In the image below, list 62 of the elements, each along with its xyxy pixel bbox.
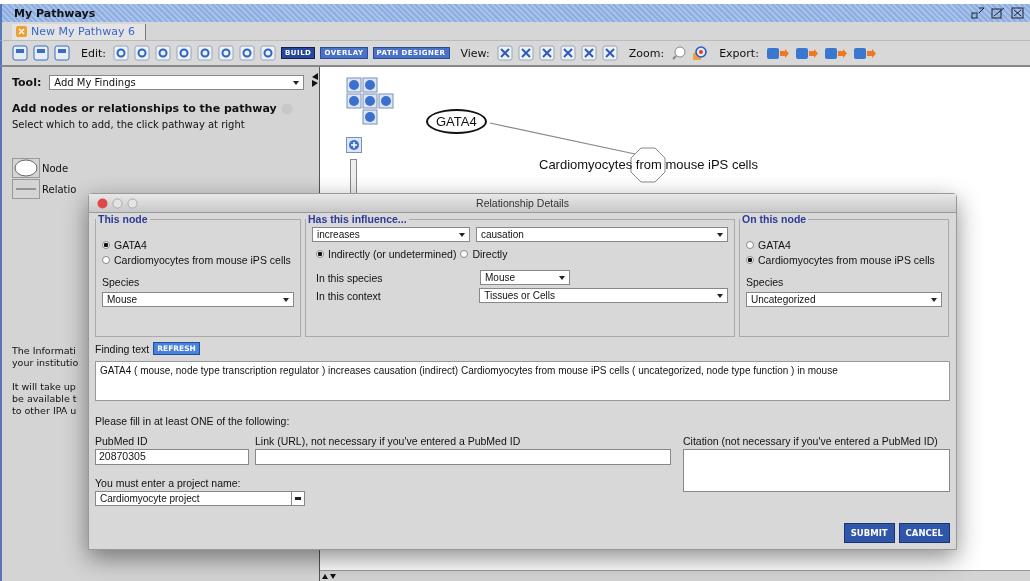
palette-label: Node	[42, 162, 69, 174]
node-tool-icon[interactable]	[12, 158, 40, 178]
restore-icon[interactable]	[971, 7, 985, 19]
zoom-in-icon[interactable]	[692, 45, 709, 61]
species-dropdown[interactable]: Mouse	[480, 270, 570, 285]
pubmed-label: PubMed ID	[95, 435, 149, 447]
palette-label: Relatio	[42, 183, 77, 195]
project-dropdown[interactable]: Cardiomyocyte project	[95, 491, 305, 506]
species-label: In this species	[315, 271, 384, 284]
zoom-label: Zoom:	[628, 46, 665, 60]
info-text: be available t	[12, 393, 77, 405]
direction-radio[interactable]: Indirectly (or undetermined)	[316, 248, 457, 260]
link-label: Link (URL), not necessary if you've entered a PubMed ID	[255, 435, 522, 447]
group-title: This node	[97, 213, 149, 225]
zoom-in-icon[interactable]	[346, 137, 362, 153]
submit-button[interactable]: SUBMIT	[843, 523, 895, 543]
species-label: Species	[102, 276, 141, 288]
node-radio[interactable]: Cardiomyocytes from mouse iPS cells	[102, 254, 294, 266]
function-node[interactable]	[630, 147, 666, 183]
group-title: On this node	[741, 213, 808, 225]
pubmed-field[interactable]: 20870305	[95, 449, 249, 465]
finding-text-area[interactable]: GATA4 ( mouse, node type transcription regulator ) increases causation (indirect) Cardiomyocytes from mouse iPS cells ( uncategorized, node type function ) in mouse	[95, 361, 950, 401]
dialog-title: Relationship Details	[476, 197, 569, 209]
view-label: View:	[460, 46, 490, 60]
group-title: Has this influence...	[307, 213, 408, 225]
info-text: your institutio	[12, 357, 79, 369]
tool-dropdown[interactable]: Add My Findings	[49, 75, 304, 90]
node-radio[interactable]: GATA4	[102, 239, 294, 251]
export-label: Export:	[719, 46, 759, 60]
node-radio[interactable]: GATA4	[746, 239, 942, 251]
info-text: It will take up	[12, 381, 76, 393]
citation-label: Citation (not necessary if you've entered a PubMed ID)	[683, 435, 939, 447]
species-label: Species	[746, 276, 785, 288]
pathway-tab[interactable]: New My Pathway 6	[12, 24, 146, 40]
cancel-button[interactable]: CANCEL	[898, 523, 950, 543]
context-dropdown[interactable]: Tissues or Cells	[479, 288, 728, 303]
finding-label: Finding text	[95, 342, 150, 355]
node-label: Cardiomyocytes from mouse iPS cells	[539, 157, 758, 172]
edit-label: Edit:	[81, 46, 106, 60]
window-title: My Pathways	[14, 6, 96, 20]
maximize-icon[interactable]	[991, 7, 1005, 19]
info-text: to other IPA u	[12, 405, 77, 417]
panel-heading: Add nodes or relationships to the pathway	[12, 102, 277, 115]
tool-label: Tool:	[12, 76, 42, 89]
species-dropdown[interactable]: Uncategorized	[746, 292, 942, 307]
fill-instructions: Please fill in at least ONE of the following:	[95, 415, 291, 427]
link-field[interactable]	[255, 449, 671, 465]
close-icon[interactable]	[1011, 7, 1024, 19]
gene-node[interactable]: GATA4	[426, 109, 487, 134]
panel-instructions: Select which to add, the click pathway at right	[12, 119, 246, 130]
species-dropdown[interactable]: Mouse	[102, 292, 294, 307]
export-image-icon[interactable]	[765, 45, 790, 61]
info-text: The Informati	[12, 345, 76, 357]
citation-field[interactable]	[683, 449, 950, 492]
context-label: In this context	[315, 289, 382, 302]
type-dropdown[interactable]: causation	[476, 227, 728, 242]
project-label: You must enter a project name:	[95, 477, 242, 489]
direction-radio[interactable]: Directly	[460, 248, 508, 260]
effect-dropdown[interactable]: increases	[312, 227, 470, 242]
node-radio[interactable]: Cardiomyocytes from mouse iPS cells	[746, 254, 942, 266]
scroll-arrows-icon[interactable]	[322, 572, 336, 580]
zoom-out-icon[interactable]	[671, 45, 688, 61]
